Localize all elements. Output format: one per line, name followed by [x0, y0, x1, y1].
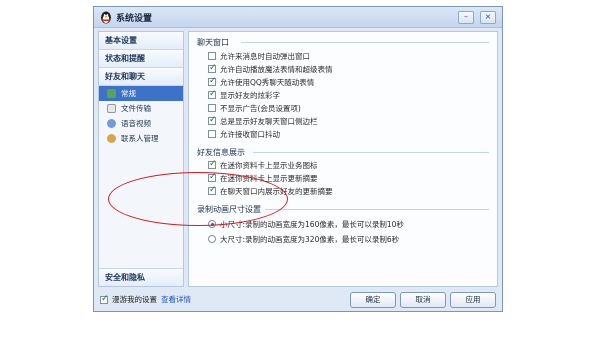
penguin-icon	[101, 11, 111, 24]
section-title-chat-window: 聊天窗口	[197, 38, 229, 47]
section-divider	[253, 152, 489, 153]
sidebar-item-label: 常规	[121, 89, 136, 98]
option-label: 总是显示好友聊天窗口侧边栏	[220, 116, 318, 126]
checkbox[interactable]	[208, 89, 217, 99]
close-button[interactable]: ×	[480, 11, 496, 24]
checkbox[interactable]	[208, 76, 217, 86]
option-label: 大尺寸:录制的动画宽度为320像素，最长可以录制6秒	[220, 234, 400, 244]
contacts-icon	[107, 134, 116, 143]
details-link[interactable]: 查看详情	[161, 294, 191, 305]
option-window-shake[interactable]: 允许接收窗口抖动	[208, 128, 280, 140]
footer: 漫游我的设置 查看详情 确定 取消 应用	[98, 291, 498, 309]
option-color-text[interactable]: 显示好友的炫彩字	[208, 89, 280, 101]
roam-settings[interactable]: 漫游我的设置 查看详情	[100, 294, 191, 305]
title-bar[interactable]: 系统设置 – ×	[94, 7, 502, 28]
apply-button[interactable]: 应用	[450, 292, 496, 308]
red-highlight-ellipse	[108, 172, 288, 226]
option-large-size[interactable]: 大尺寸:录制的动画宽度为320像素，最长可以录制6秒	[208, 233, 399, 245]
option-business-icons[interactable]: 在迷你资料卡上显示业务图标	[208, 159, 318, 171]
sidebar-item-file-transfer[interactable]: 文件传输	[99, 101, 183, 116]
option-label: 在迷你资料卡上显示业务图标	[220, 160, 318, 170]
option-hide-ads[interactable]: 不显示广告(会员设置项)	[208, 102, 301, 114]
window-title: 系统设置	[116, 14, 153, 24]
minimize-button[interactable]: –	[458, 11, 474, 24]
option-label: 显示好友的炫彩字	[220, 90, 280, 100]
voice-video-icon	[107, 119, 116, 128]
sidebar-group-security[interactable]: 安全和隐私	[99, 268, 183, 286]
sidebar-item-general[interactable]: 常规	[99, 86, 183, 101]
file-transfer-icon	[107, 104, 116, 113]
sidebar-item-label: 语音视频	[121, 119, 151, 128]
checkbox[interactable]	[208, 52, 216, 60]
option-label: 允许来消息时自动弹出窗口	[220, 51, 310, 61]
settings-content: 聊天窗口 允许来消息时自动弹出窗口 允许自动播放魔法表情和超级表情 允许使用QQ…	[188, 31, 498, 287]
checkbox[interactable]	[208, 130, 216, 138]
sidebar-item-label: 联系人管理	[121, 134, 159, 143]
sidebar-item-voice-video[interactable]: 语音视频	[99, 116, 183, 131]
sidebar-group-status[interactable]: 状态和提醒	[99, 50, 183, 68]
roam-checkbox[interactable]	[100, 294, 109, 304]
sidebar-group-basic[interactable]: 基本设置	[99, 32, 183, 50]
option-label: 不显示广告(会员设置项)	[220, 103, 301, 113]
cancel-button[interactable]: 取消	[400, 292, 446, 308]
checkbox[interactable]	[208, 104, 216, 112]
checkbox[interactable]	[208, 115, 217, 125]
roam-label: 漫游我的设置	[112, 295, 157, 304]
sidebar-item-label: 文件传输	[121, 104, 151, 113]
sidebar: 基本设置 状态和提醒 好友和聊天 常规 文件传输 语音视频 联系人管理 安全和隐…	[98, 31, 184, 287]
section-divider	[265, 209, 489, 210]
option-label: 允许接收窗口抖动	[220, 129, 280, 139]
option-show-sidebar[interactable]: 总是显示好友聊天窗口侧边栏	[208, 115, 318, 127]
option-magic-expressions[interactable]: 允许自动播放魔法表情和超级表情	[208, 63, 333, 75]
option-label: 允许使用QQ秀聊天随动表情	[220, 77, 315, 87]
checkbox[interactable]	[208, 159, 217, 169]
radio-button[interactable]	[208, 235, 216, 243]
section-title-friend-info: 好友信息展示	[197, 148, 245, 157]
option-qqshow-expressions[interactable]: 允许使用QQ秀聊天随动表情	[208, 76, 314, 88]
sidebar-group-friends-chat[interactable]: 好友和聊天	[99, 68, 183, 86]
sidebar-item-contacts[interactable]: 联系人管理	[99, 131, 183, 146]
option-label: 允许自动播放魔法表情和超级表情	[220, 64, 333, 74]
settings-window: 系统设置 – × 基本设置 状态和提醒 好友和聊天 常规 文件传输 语音视频 联…	[93, 6, 503, 312]
section-divider	[241, 42, 489, 43]
ok-button[interactable]: 确定	[350, 292, 396, 308]
option-auto-popup[interactable]: 允许来消息时自动弹出窗口	[208, 50, 310, 62]
general-icon	[107, 89, 116, 98]
checkbox[interactable]	[208, 63, 217, 73]
